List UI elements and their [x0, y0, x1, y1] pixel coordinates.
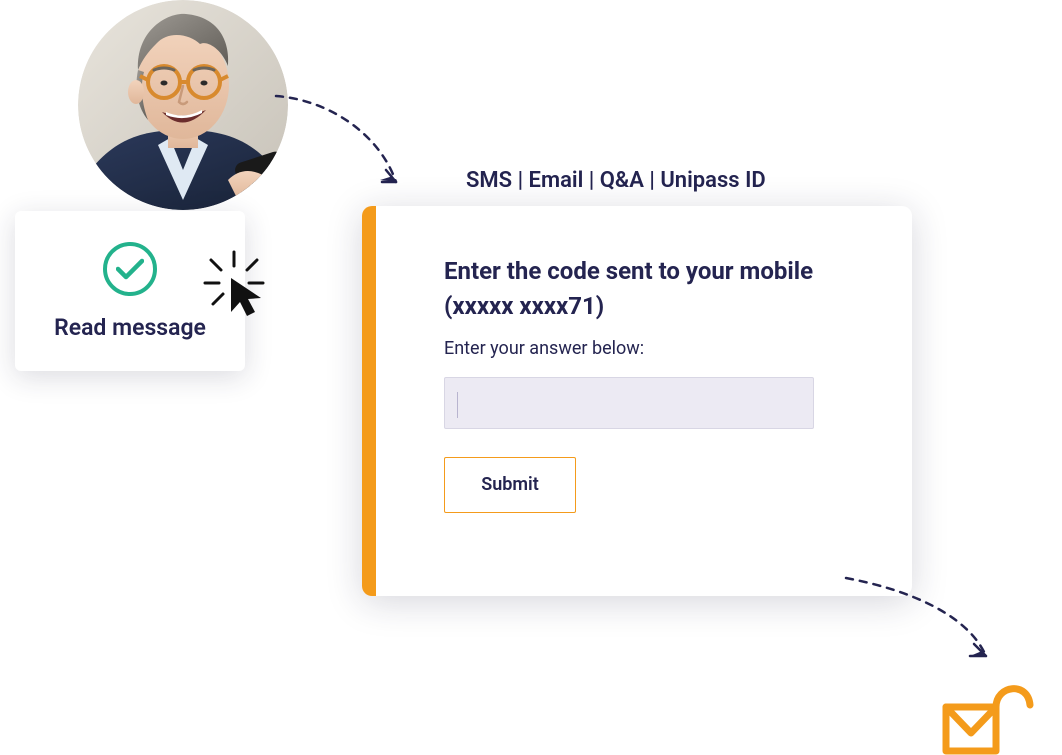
code-input[interactable]: [444, 377, 814, 429]
verification-helper-text: Enter your answer below:: [444, 338, 852, 359]
user-avatar: [78, 0, 288, 210]
auth-methods-label: SMS | Email | Q&A | Unipass ID: [466, 168, 766, 193]
unlock-mail-icon: [942, 675, 1034, 755]
read-message-label: Read message: [54, 314, 206, 341]
verification-card: Enter the code sent to your mobile (xxxx…: [362, 206, 912, 596]
submit-button[interactable]: Submit: [444, 457, 576, 513]
verification-title: Enter the code sent to your mobile (xxxx…: [444, 254, 852, 324]
card-accent-bar: [362, 206, 376, 596]
check-circle-icon: [103, 242, 157, 296]
flow-arrow-1: [270, 90, 410, 200]
flow-arrow-2: [840, 570, 1000, 670]
read-message-card[interactable]: Read message: [15, 211, 245, 371]
